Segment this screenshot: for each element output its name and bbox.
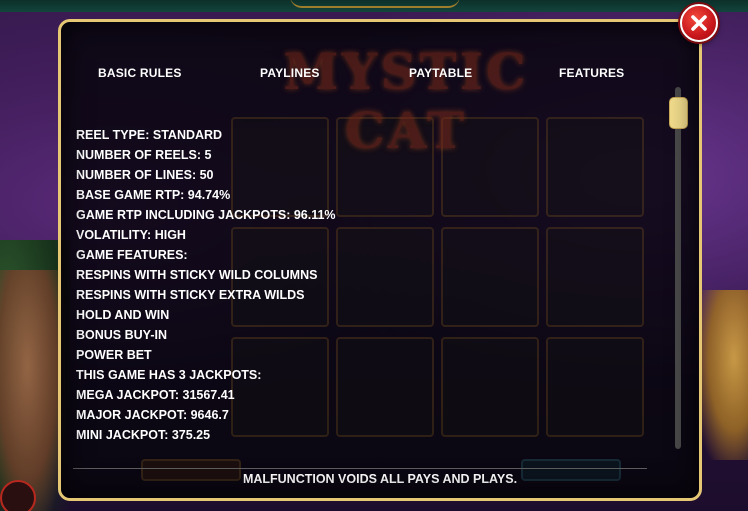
rule-line: NUMBER OF LINES: 50: [76, 168, 214, 182]
settings-button[interactable]: [0, 480, 36, 511]
game-top-bar: [0, 0, 748, 12]
basic-rules-content: REEL TYPE: STANDARD NUMBER OF REELS: 5 N…: [76, 125, 656, 445]
rule-line: VOLATILITY: HIGH: [76, 228, 186, 242]
malfunction-disclaimer: MALFUNCTION VOIDS ALL PAYS AND PLAYS.: [242, 472, 518, 486]
tab-features[interactable]: FEATURES: [559, 66, 624, 80]
scrollbar-track[interactable]: [675, 87, 681, 449]
scrollbar-thumb[interactable]: [669, 97, 688, 129]
rule-line: GAME FEATURES:: [76, 248, 188, 262]
rule-line: BASE GAME RTP: 94.74%: [76, 188, 231, 202]
tab-basic-rules[interactable]: BASIC RULES: [98, 66, 182, 80]
rule-line: THIS GAME HAS 3 JACKPOTS:: [76, 368, 262, 382]
rule-line: POWER BET: [76, 348, 152, 362]
leopard-figure: [698, 290, 748, 460]
tab-paylines[interactable]: PAYLINES: [260, 66, 320, 80]
info-tabs: BASIC RULES PAYLINES PAYTABLE FEATURES: [61, 66, 699, 86]
game-info-modal: MYSTIC CAT BASIC RULES PAYLINES PAYTABLE…: [58, 19, 702, 501]
rule-line: RESPINS WITH STICKY EXTRA WILDS: [76, 288, 305, 302]
footer-divider: [73, 468, 647, 469]
character-figure: [0, 270, 65, 511]
tab-paytable[interactable]: PAYTABLE: [409, 66, 472, 80]
rule-line: MAJOR JACKPOT: 9646.7: [76, 408, 229, 422]
rule-line: NUMBER OF REELS: 5: [76, 148, 212, 162]
rule-line: REEL TYPE: STANDARD: [76, 128, 223, 142]
rule-line: BONUS BUY-IN: [76, 328, 167, 342]
close-button[interactable]: [680, 4, 718, 42]
rule-line: MINI JACKPOT: 375.25: [76, 428, 211, 442]
rule-line: GAME RTP INCLUDING JACKPOTS: 96.11%: [76, 208, 336, 222]
close-icon: [691, 15, 707, 31]
rule-line: HOLD AND WIN: [76, 308, 170, 322]
rule-line: RESPINS WITH STICKY WILD COLUMNS: [76, 268, 318, 282]
rule-line: MEGA JACKPOT: 31567.41: [76, 388, 235, 402]
